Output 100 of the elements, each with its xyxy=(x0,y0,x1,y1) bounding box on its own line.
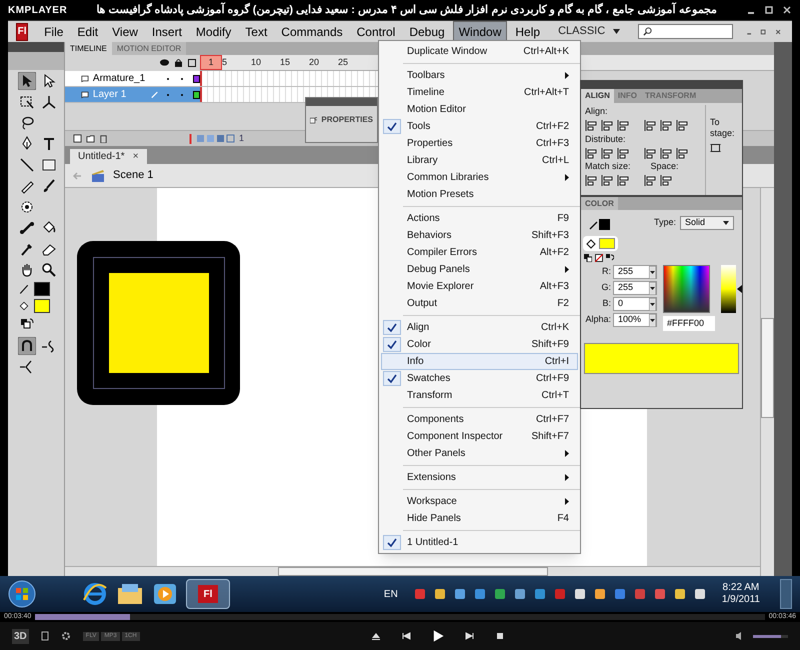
align-icon[interactable] xyxy=(585,175,598,186)
caret-icon[interactable] xyxy=(649,314,656,326)
zoom-icon[interactable] xyxy=(40,261,58,279)
menu-item[interactable]: Transform Ctrl+T xyxy=(381,387,578,404)
align-icon[interactable] xyxy=(601,120,614,131)
lock-icon[interactable] xyxy=(175,59,182,67)
horizontal-scrollbar[interactable] xyxy=(65,566,760,576)
trash-icon[interactable] xyxy=(99,134,108,143)
hex-field[interactable]: #FFFF00 xyxy=(663,316,715,331)
brightness-slider[interactable] xyxy=(721,265,742,313)
tray-icon[interactable] xyxy=(514,588,526,600)
tray-icon[interactable] xyxy=(674,588,686,600)
onion-skin-icons-drawing[interactable] xyxy=(197,134,235,143)
align-icon[interactable] xyxy=(676,120,689,131)
clock-time[interactable]: 8:22 AM xyxy=(722,582,760,594)
menu-item[interactable]: Common Libraries xyxy=(381,169,578,186)
menu-item[interactable]: Actions F9 xyxy=(381,210,578,227)
axes-icon[interactable] xyxy=(40,93,58,111)
menu-item[interactable]: Debug Panels xyxy=(381,261,578,278)
align-icon[interactable] xyxy=(644,120,657,131)
align-icon[interactable] xyxy=(660,120,673,131)
vertical-scrollbar[interactable] xyxy=(760,188,774,576)
next-icon[interactable] xyxy=(465,631,476,641)
to-stage-icon[interactable] xyxy=(710,143,721,153)
align-icon[interactable] xyxy=(660,175,673,186)
menu-item[interactable]: Timeline Ctrl+Alt+T xyxy=(381,84,578,101)
align-icon[interactable] xyxy=(617,120,630,131)
previous-icon[interactable] xyxy=(401,631,412,641)
play-icon[interactable] xyxy=(431,629,446,643)
menu-item[interactable]: Control xyxy=(350,20,402,42)
folder-icon[interactable] xyxy=(86,134,95,143)
swap-colors-icon[interactable] xyxy=(606,254,614,262)
align-icon[interactable] xyxy=(644,148,657,158)
caret-icon[interactable] xyxy=(649,266,656,278)
align-icon[interactable] xyxy=(617,175,630,186)
stroke-color-swatch[interactable] xyxy=(34,282,50,296)
align-icon[interactable] xyxy=(617,148,630,158)
tray-icon[interactable] xyxy=(574,588,586,600)
menu-item[interactable]: Text xyxy=(239,20,274,42)
value-field[interactable]: 255 xyxy=(613,281,657,295)
menu-item[interactable]: Compiler Errors Alt+F2 xyxy=(381,244,578,261)
align-icon[interactable] xyxy=(644,175,657,186)
tray-icon[interactable] xyxy=(454,588,466,600)
layer-name[interactable]: Armature_1 xyxy=(92,71,148,86)
outline-icon[interactable] xyxy=(188,59,196,67)
tray-icon[interactable] xyxy=(494,588,506,600)
menu-item[interactable]: Motion Presets xyxy=(381,186,578,203)
close-icon[interactable]: × xyxy=(132,149,139,164)
color-spectrum[interactable] xyxy=(663,265,710,313)
menu-item[interactable]: Info Ctrl+I xyxy=(381,353,578,370)
align-icon[interactable] xyxy=(585,148,598,158)
value-field[interactable]: 0 xyxy=(613,297,657,311)
menu-item[interactable]: Motion Editor xyxy=(381,101,578,118)
menu-item[interactable]: Behaviors Shift+F3 xyxy=(381,227,578,244)
properties-icon[interactable] xyxy=(310,114,318,126)
stop-icon[interactable] xyxy=(495,631,506,641)
panel-tab[interactable]: TIMELINE xyxy=(65,42,112,55)
menu-item[interactable]: Workspace xyxy=(381,493,578,510)
menu-item[interactable]: Toolbars xyxy=(381,67,578,84)
tray-icon[interactable] xyxy=(434,588,446,600)
eye-icon[interactable] xyxy=(160,59,169,66)
menu-item[interactable]: Extensions xyxy=(381,469,578,486)
eject-icon[interactable] xyxy=(371,631,382,641)
default-colors-icon[interactable] xyxy=(584,254,592,262)
menu-item[interactable]: Tools Ctrl+F2 xyxy=(381,118,578,135)
caret-icon[interactable] xyxy=(649,298,656,310)
menu-item[interactable]: Components Ctrl+F7 xyxy=(381,411,578,428)
align-icon[interactable] xyxy=(660,148,673,158)
fill-color-button[interactable] xyxy=(583,236,618,251)
menu-item[interactable]: Modify xyxy=(190,20,238,42)
clock-date[interactable]: 1/9/2011 xyxy=(722,594,760,606)
3d-button[interactable]: 3D xyxy=(12,628,29,644)
menu-item[interactable]: Component Inspector Shift+F7 xyxy=(381,428,578,445)
new-layer-icon[interactable] xyxy=(73,134,82,143)
menu-item[interactable]: Edit xyxy=(71,20,104,42)
menu-item[interactable]: Color Shift+F9 xyxy=(381,336,578,353)
settings-icon[interactable] xyxy=(60,631,71,641)
close-icon[interactable] xyxy=(782,5,792,15)
bone-icon[interactable] xyxy=(18,219,36,237)
menu-item[interactable]: Insert xyxy=(146,20,188,42)
language-indicator[interactable]: EN xyxy=(384,586,398,602)
menu-item[interactable]: Debug xyxy=(403,20,451,42)
menu-item[interactable]: Library Ctrl+L xyxy=(381,152,578,169)
align-icon[interactable] xyxy=(601,175,614,186)
panel-title[interactable]: PROPERTIES xyxy=(321,114,373,126)
menu-item[interactable]: File xyxy=(38,20,70,42)
browser-icon[interactable] xyxy=(82,582,108,606)
maximize-icon[interactable] xyxy=(764,5,774,15)
folder-icon[interactable] xyxy=(116,582,144,606)
document-tab[interactable]: Untitled-1* × xyxy=(69,148,148,164)
media-player-icon[interactable] xyxy=(152,582,178,606)
menu-item[interactable]: Help xyxy=(509,20,546,42)
tray-icon[interactable] xyxy=(694,588,706,600)
layer-row[interactable]: Armature_1 xyxy=(65,71,378,87)
align-icon[interactable] xyxy=(585,120,598,131)
tray-icon[interactable] xyxy=(594,588,606,600)
type-dropdown[interactable]: Solid xyxy=(680,216,734,230)
menu-item[interactable]: 1 Untitled-1 xyxy=(381,534,578,551)
value-field[interactable]: 255 xyxy=(613,265,657,279)
search-field[interactable] xyxy=(638,24,734,39)
